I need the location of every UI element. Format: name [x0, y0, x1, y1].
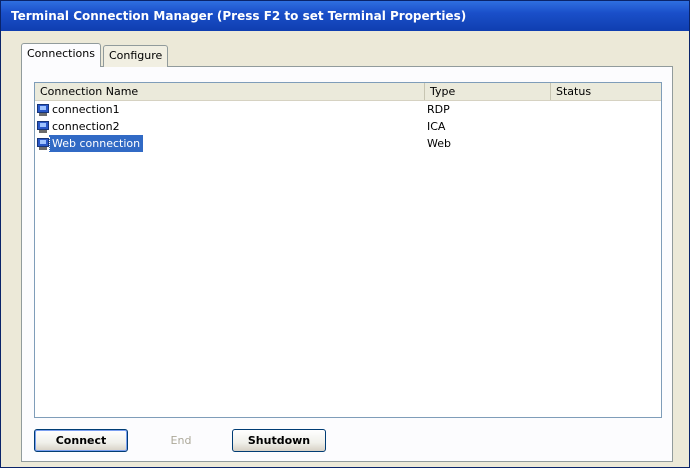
shutdown-button[interactable]: Shutdown [232, 429, 326, 452]
column-header-status[interactable]: Status [551, 83, 661, 100]
terminal-connection-manager-window: Terminal Connection Manager (Press F2 to… [0, 0, 690, 468]
monitor-icon [37, 120, 49, 133]
monitor-icon [36, 136, 50, 151]
column-header-type[interactable]: Type [425, 83, 551, 100]
connections-panel: Connection Name Type Status connection1 … [21, 66, 673, 462]
window-title: Terminal Connection Manager (Press F2 to… [1, 1, 689, 31]
list-item[interactable]: connection1 RDP [35, 101, 661, 118]
end-button[interactable]: End [134, 429, 228, 452]
connection-type: ICA [427, 120, 446, 133]
connection-name: connection1 [52, 103, 120, 116]
connection-name: connection2 [52, 120, 120, 133]
connect-button[interactable]: Connect [34, 429, 128, 452]
connection-name-cell: connection2 [37, 118, 123, 135]
tab-connections[interactable]: Connections [21, 43, 101, 67]
connection-name: Web connection [49, 135, 144, 152]
connections-list[interactable]: Connection Name Type Status connection1 … [34, 82, 662, 418]
column-header-connection-name[interactable]: Connection Name [35, 83, 425, 100]
connection-type: RDP [427, 103, 450, 116]
connection-name-cell: Web connection [36, 135, 144, 152]
button-bar: Connect End Shutdown [34, 429, 662, 453]
connection-type: Web [427, 137, 451, 150]
monitor-icon [37, 103, 49, 116]
list-item-selected[interactable]: Web connection Web [35, 135, 661, 152]
list-header: Connection Name Type Status [35, 83, 661, 101]
list-item[interactable]: connection2 ICA [35, 118, 661, 135]
list-rows: connection1 RDP connection2 ICA Web conn… [35, 101, 661, 152]
tab-configure[interactable]: Configure [103, 45, 169, 67]
connection-name-cell: connection1 [37, 101, 123, 118]
